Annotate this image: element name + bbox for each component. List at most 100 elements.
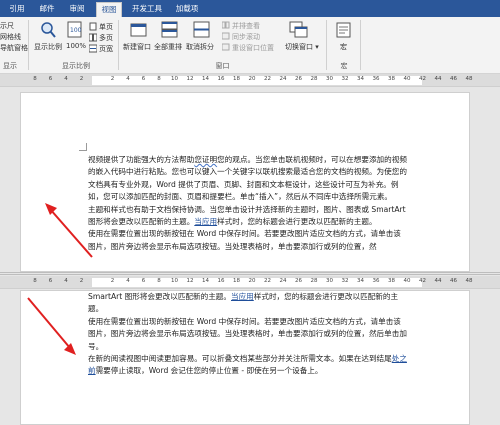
macros-button[interactable]: 宏	[340, 42, 347, 52]
group-label-macros: 宏	[340, 62, 348, 70]
ruler-number: 22	[264, 278, 271, 284]
ruler-number: 2	[110, 76, 115, 82]
ruler-number: 32	[341, 76, 349, 82]
side-by-side-button[interactable]: 并排查看	[232, 21, 260, 31]
ruler-number: 18	[233, 278, 240, 284]
ruler-number: 2	[110, 278, 115, 284]
ruler-number: 34	[357, 278, 364, 284]
gridlines-checkbox[interactable]: 网格线	[0, 32, 21, 42]
ruler-number: 24	[279, 278, 287, 284]
ruler-number: 44	[434, 278, 442, 284]
svg-text:100: 100	[70, 27, 82, 34]
page-width-button[interactable]: 页宽	[99, 44, 113, 54]
ruler-number: 12	[186, 278, 194, 284]
paragraph: 使用在需要位置出现的新按钮在 Word 中保存时间。若要更改图片适应文档的方式，…	[88, 229, 401, 251]
ruler-checkbox[interactable]: 示尺	[0, 21, 14, 31]
ruler-number: 10	[171, 76, 178, 82]
ruler-number: 4	[64, 76, 68, 82]
tab-mailings[interactable]: 邮件	[36, 2, 58, 17]
ruler-number: 32	[341, 278, 349, 284]
ruler-number: 22	[264, 76, 271, 82]
paragraph: 视频提供了功能强大的方法帮助您证明您的观点。当您单击联机视频时，可以在想要添加的…	[88, 155, 407, 202]
macros-icon[interactable]	[336, 21, 352, 39]
paragraph: 主题和样式也有助于文档保持协调。当您单击设计并选择新的主题时，图片、图表或 Sm…	[88, 204, 406, 227]
ruler-number: 8	[157, 278, 161, 284]
tab-addins[interactable]: 加载项	[172, 2, 202, 17]
side-by-side-icon	[222, 21, 230, 29]
new-window-icon[interactable]	[130, 21, 148, 39]
group-separator	[360, 20, 361, 70]
ribbon-tab-bar: 引用 邮件 审阅 视图 开发工具 加载项	[0, 0, 500, 17]
tab-developer[interactable]: 开发工具	[128, 2, 166, 17]
red-arrow-annotation-bottom	[27, 297, 76, 355]
ruler-number: 42	[419, 76, 426, 82]
arrange-all-button[interactable]: 全部重排	[154, 42, 182, 52]
document-text-bottom[interactable]: SmartArt 图形将会更改以匹配新的主题。当应用样式时，您的标题会进行更改以…	[88, 291, 408, 378]
switch-window-icon[interactable]	[289, 21, 309, 39]
paragraph: 使用在需要位置出现的新按钮在 Word 中保存时间。若要更改图片适应文档的方式，…	[88, 316, 407, 351]
arrange-all-icon[interactable]	[161, 21, 179, 39]
new-window-button[interactable]: 新建窗口	[123, 42, 151, 52]
zoom-magnifier-icon[interactable]	[40, 21, 56, 39]
multi-page-button[interactable]: 多页	[99, 33, 113, 43]
ruler-number: 14	[202, 278, 209, 284]
sync-scroll-icon	[222, 32, 230, 40]
sync-scroll-button[interactable]: 同步滚动	[232, 32, 260, 42]
red-arrow-annotation-top	[45, 203, 93, 258]
ruler-number: 18	[233, 76, 240, 82]
horizontal-ruler-lower[interactable]: 8 6 4 2 2 4 6 8 10 12 14 16 18 20 22 24 26 28 30 32 34 36 38 40…	[0, 276, 500, 289]
ruler-number: 20	[248, 278, 256, 284]
ruler-number: 4	[126, 76, 130, 82]
group-separator	[326, 20, 327, 70]
remove-split-button[interactable]: 取消拆分	[186, 42, 214, 52]
ruler-number: 28	[310, 76, 318, 82]
ruler-number: 14	[202, 76, 209, 82]
switch-window-button[interactable]: 切换窗口 ▾	[285, 42, 319, 52]
group-label-zoom: 显示比例	[62, 62, 90, 70]
one-page-button[interactable]: 单页	[99, 22, 113, 32]
ruler-number: 28	[310, 278, 318, 284]
ruler-number: 34	[357, 76, 364, 82]
page-width-icon	[89, 44, 97, 53]
document-text-top[interactable]: 视频提供了功能强大的方法帮助您证明您的观点。当您单击联机视频时，可以在想要添加的…	[88, 154, 408, 253]
ruler-number: 26	[295, 76, 302, 82]
ruler-number: 12	[186, 76, 194, 82]
ruler-number: 42	[419, 278, 426, 284]
ruler-number: 8	[33, 76, 37, 82]
paragraph: SmartArt 图形将会更改以匹配新的主题。当应用样式时，您的标题会进行更改以…	[88, 292, 399, 314]
zoom-button[interactable]: 显示比例	[34, 42, 62, 52]
ruler-number: 26	[295, 278, 302, 284]
group-separator	[118, 20, 119, 70]
ruler-number: 4	[64, 278, 68, 284]
ribbon: 示尺 网格线 导航窗格 显示 显示比例 100 100% 单页 多页 页宽 显示…	[0, 17, 500, 74]
document-page-bottom[interactable]: SmartArt 图形将会更改以匹配新的主题。当应用样式时，您的标题会进行更改以…	[20, 290, 470, 425]
nav-pane-checkbox[interactable]: 导航窗格	[0, 43, 28, 53]
tab-references[interactable]: 引用	[6, 2, 28, 17]
ruler-number: 6	[141, 278, 146, 284]
tab-view[interactable]: 视图	[96, 2, 122, 17]
horizontal-ruler[interactable]: 8 6 4 2 2 4 6 8 10 12 14 16 18 20 22 24 26 28 30 32 34 36 38 40…	[0, 74, 500, 87]
tab-review[interactable]: 审阅	[66, 2, 88, 17]
group-label-show: 显示	[3, 62, 17, 70]
split-bar[interactable]	[0, 272, 500, 275]
reset-position-icon	[222, 43, 230, 51]
ruler-number: 4	[126, 278, 130, 284]
zoom-100-icon[interactable]: 100	[67, 21, 83, 39]
ruler-number: 6	[48, 278, 53, 284]
ruler-number: 16	[217, 278, 225, 284]
reset-window-position-button[interactable]: 重设窗口位置	[232, 43, 274, 53]
ruler-number: 20	[248, 76, 256, 82]
ruler-number: 10	[171, 278, 178, 284]
ruler-number: 46	[450, 278, 457, 284]
multi-page-icon	[89, 33, 97, 42]
ruler-number: 46	[450, 76, 457, 82]
ruler-number: 48	[465, 76, 473, 82]
ruler-number: 38	[388, 76, 395, 82]
split-icon[interactable]	[193, 21, 211, 39]
one-page-icon	[89, 22, 97, 31]
ruler-number: 2	[79, 278, 84, 284]
word-window: 引用 邮件 审阅 视图 开发工具 加载项 示尺 网格线 导航窗格 显示 显示比例…	[0, 0, 500, 425]
ruler-number: 30	[326, 278, 333, 284]
zoom-100-button[interactable]: 100%	[66, 42, 86, 50]
group-separator	[28, 20, 29, 70]
